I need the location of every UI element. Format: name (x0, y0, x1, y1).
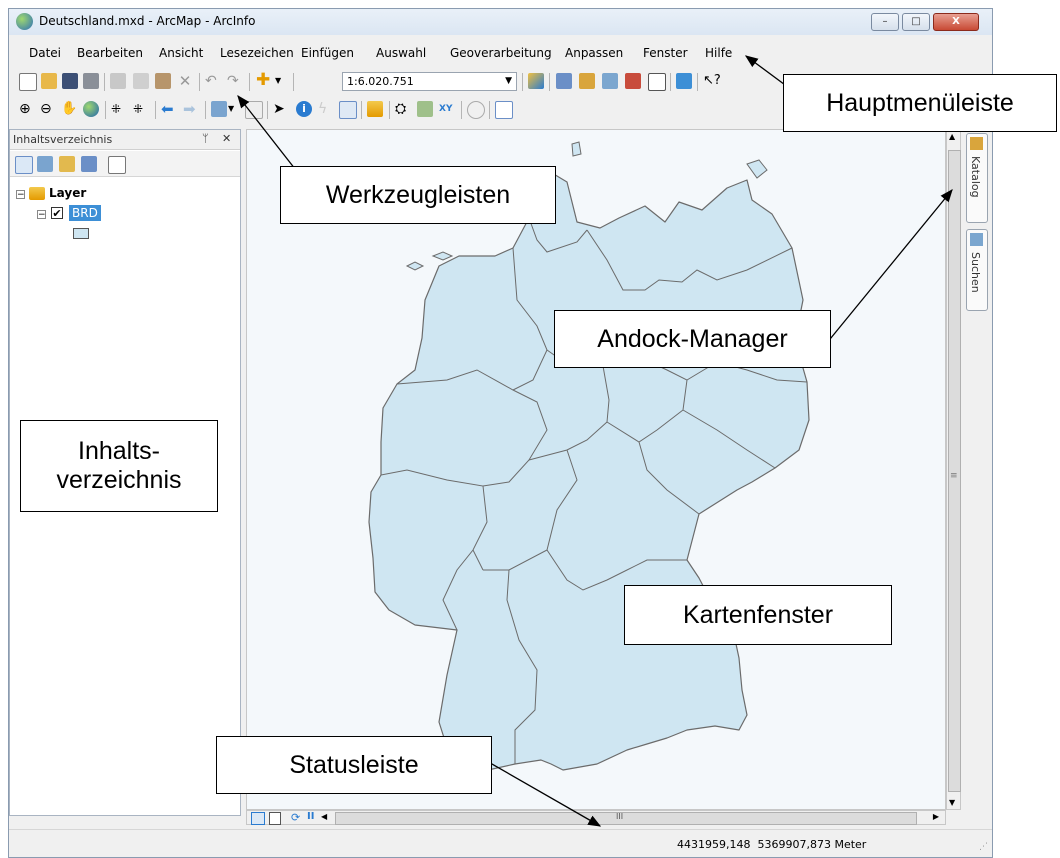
callout-toolbars: Werkzeugleisten (280, 166, 556, 224)
callout-status-bar: Statusleiste (216, 736, 492, 794)
callout-dock-manager: Andock-Manager (554, 310, 831, 368)
callout-map-window: Kartenfenster (624, 585, 892, 645)
callout-toc: Inhalts- verzeichnis (20, 420, 218, 512)
callout-main-menu: Hauptmenüleiste (783, 74, 1057, 132)
arrow-dock (825, 188, 953, 345)
arrow-status (477, 755, 602, 827)
